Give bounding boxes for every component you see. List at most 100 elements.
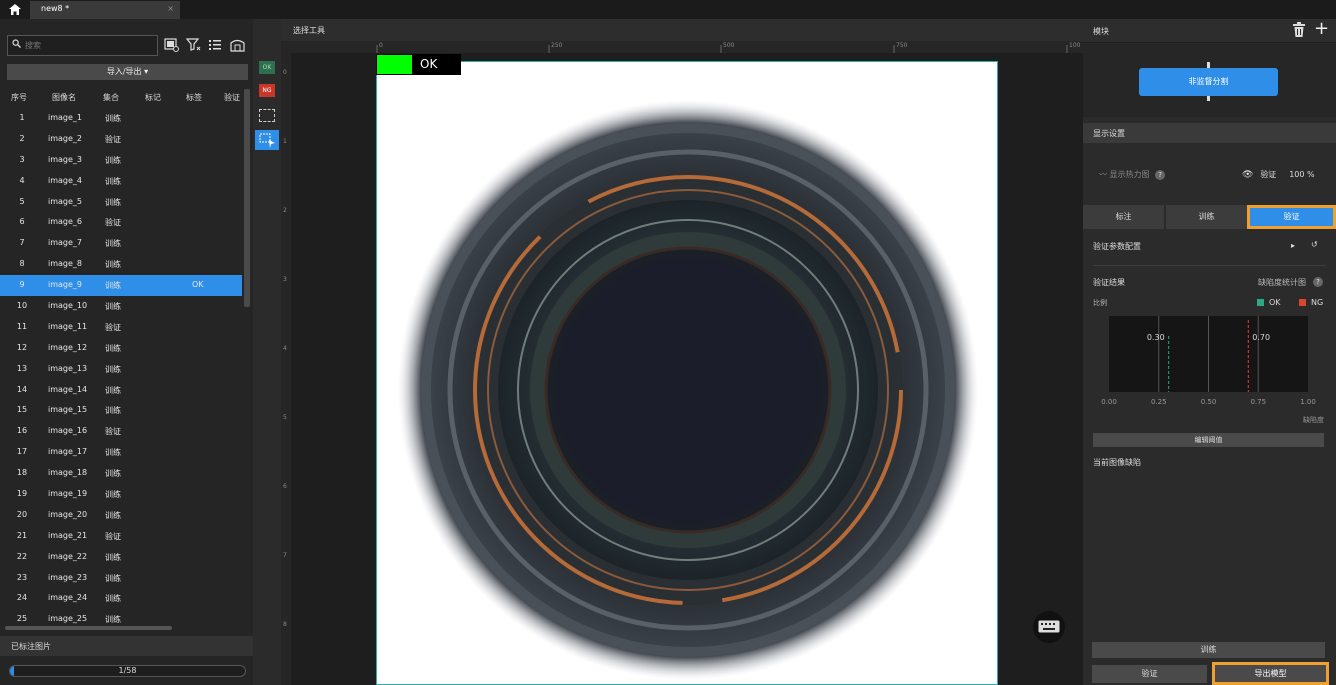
row-set: 验证 [105, 134, 121, 144]
row-set: 训练 [105, 490, 121, 500]
validation-config-label: 验证参数配置 [1093, 242, 1141, 251]
row-image-name: image_12 [48, 342, 88, 352]
tab-validate[interactable]: 验证 [1247, 205, 1336, 229]
ruler-label: 0 [379, 42, 383, 49]
col-image-name[interactable]: 图像名 [52, 92, 76, 103]
list-view-icon[interactable] [208, 38, 224, 53]
table-row[interactable]: 14 image_14 训练 [0, 380, 242, 401]
ng-threshold-label: 0.70 [1252, 333, 1270, 342]
module-title: 模块 [1093, 27, 1109, 36]
ratio-legend-row: 比例 OK NG [1093, 298, 1326, 308]
home-icon[interactable] [8, 3, 22, 16]
table-row[interactable]: 11 image_11 验证 [0, 317, 242, 338]
row-set: 训练 [105, 594, 121, 604]
table-row[interactable]: 15 image_15 训练 [0, 400, 242, 421]
rectangle-select-icon[interactable] [259, 109, 275, 122]
table-row[interactable]: 19 image_19 训练 [0, 484, 242, 505]
table-row[interactable]: 8 image_8 训练 [0, 254, 242, 275]
add-module-icon[interactable]: + [1314, 20, 1329, 38]
table-row[interactable]: 2 image_2 验证 [0, 129, 242, 150]
table-row[interactable]: 22 image_22 训练 [0, 547, 242, 568]
table-row[interactable]: 18 image_18 训练 [0, 463, 242, 484]
camera-icon[interactable] [230, 38, 246, 53]
defect-distribution-chart[interactable]: 0.30 0.70 0.00 0.25 0.50 0.75 1.00 缺陷度 [1093, 312, 1326, 428]
row-index: 13 [16, 363, 28, 373]
trash-icon[interactable] [1292, 22, 1306, 38]
search-box[interactable] [7, 35, 158, 56]
table-row[interactable]: 1 image_1 训练 [0, 108, 242, 129]
history-icon[interactable]: ↺ [1311, 240, 1318, 249]
table-row[interactable]: 9 image_9 训练 OK [0, 275, 242, 297]
row-index: 15 [16, 405, 28, 415]
image-filter-icon[interactable] [164, 38, 180, 53]
col-validation[interactable]: 验证 [224, 92, 240, 103]
horizontal-scrollbar[interactable] [5, 626, 172, 630]
unsupervised-segmentation-module[interactable]: 非监督分割 [1139, 68, 1278, 96]
row-tag: OK [192, 280, 204, 290]
row-image-name: image_17 [48, 447, 88, 457]
row-index: 11 [16, 321, 28, 331]
export-model-button[interactable]: 导出模型 [1212, 662, 1329, 685]
row-index: 25 [16, 614, 28, 624]
result-overlay: OK [376, 54, 461, 75]
table-row[interactable]: 6 image_6 验证 [0, 212, 242, 233]
col-mark[interactable]: 标记 [145, 92, 161, 103]
row-index: 8 [19, 259, 25, 269]
col-tag[interactable]: 标签 [186, 92, 202, 103]
x-tick-label: 0.75 [1250, 398, 1266, 406]
validate-button[interactable]: 验证 [1092, 665, 1207, 683]
x-tick-label: 1.00 [1300, 398, 1316, 406]
ng-tool[interactable]: NG [259, 84, 275, 97]
tab-train[interactable]: 训练 [1166, 205, 1247, 229]
table-row[interactable]: 10 image_10 训练 [0, 296, 242, 317]
table-row[interactable]: 24 image_24 训练 [0, 588, 242, 609]
table-row[interactable]: 16 image_16 验证 [0, 421, 242, 442]
visibility-control[interactable]: 👁 验证 100 % [1242, 169, 1315, 180]
row-image-name: image_6 [48, 217, 83, 227]
table-row[interactable]: 21 image_21 验证 [0, 526, 242, 547]
eye-icon[interactable]: 👁 [1242, 170, 1253, 180]
help-icon[interactable]: ? [1313, 277, 1323, 287]
keyboard-icon[interactable] [1033, 611, 1065, 643]
filter-icon[interactable] [185, 38, 202, 53]
row-set: 训练 [105, 510, 121, 520]
ruler-label: 7 [283, 552, 287, 559]
col-index[interactable]: 序号 [11, 92, 27, 103]
image-table: 1 image_1 训练 2 image_2 验证 3 image_3 训练 4 image_4 训练… [0, 108, 242, 630]
inspection-image[interactable] [376, 61, 998, 685]
row-index: 18 [16, 468, 28, 478]
document-tab[interactable]: new8 * × [30, 1, 180, 19]
table-row[interactable]: 4 image_4 训练 [0, 171, 242, 192]
edit-threshold-button[interactable]: 编辑阈值 [1093, 433, 1324, 447]
ruler-label: 8 [283, 621, 287, 628]
table-row[interactable]: 13 image_13 训练 [0, 359, 242, 380]
train-button[interactable]: 训练 [1092, 642, 1325, 658]
search-input[interactable] [25, 38, 153, 53]
validation-config-row[interactable]: 验证参数配置 ▸ ↺ [1093, 240, 1326, 255]
select-tool-icon[interactable] [255, 130, 279, 150]
visibility-label: 验证 [1260, 170, 1277, 179]
table-row[interactable]: 20 image_20 训练 [0, 505, 242, 526]
play-icon[interactable]: ▸ [1291, 241, 1295, 250]
legend-ok-label: OK [1269, 298, 1281, 307]
table-row[interactable]: 3 image_3 训练 [0, 150, 242, 171]
row-set: 训练 [105, 176, 121, 186]
tab-annotate[interactable]: 标注 [1083, 205, 1164, 229]
col-set[interactable]: 集合 [103, 92, 119, 103]
ok-tool[interactable]: OK [259, 61, 275, 74]
row-set: 训练 [105, 615, 121, 625]
row-index: 24 [16, 593, 28, 603]
tab-close-icon[interactable]: × [167, 4, 174, 13]
table-row[interactable]: 23 image_23 训练 [0, 568, 242, 589]
row-index: 19 [16, 489, 28, 499]
table-row[interactable]: 7 image_7 训练 [0, 233, 242, 254]
vertical-scrollbar[interactable] [244, 89, 250, 307]
heatmap-toggle[interactable]: 〰 显示热力图 ? [1099, 169, 1166, 180]
row-index: 3 [19, 154, 25, 164]
help-icon[interactable]: ? [1155, 170, 1166, 180]
import-export-button[interactable]: 导入/导出 ▾ [7, 64, 248, 80]
table-row[interactable]: 17 image_17 训练 [0, 442, 242, 463]
table-row[interactable]: 5 image_5 训练 [0, 192, 242, 213]
table-row[interactable]: 12 image_12 训练 [0, 338, 242, 359]
opacity-value[interactable]: 100 % [1289, 170, 1314, 179]
